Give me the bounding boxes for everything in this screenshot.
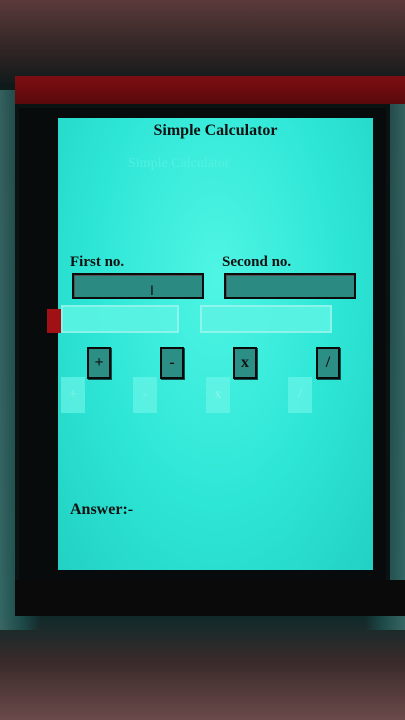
second-number-input[interactable] (224, 273, 356, 299)
answer-label: Answer:- (70, 501, 134, 518)
ghost-input-second (200, 305, 332, 333)
ghost-red-marker (47, 309, 61, 333)
text-cursor-icon: I (150, 282, 154, 298)
subtract-button[interactable]: - (160, 347, 184, 379)
ghost-add-button: + (61, 377, 85, 413)
first-number-input[interactable] (72, 273, 204, 299)
window-title-bar (15, 76, 405, 104)
ghost-divide-button: / (288, 377, 312, 413)
first-number-label: First no. (70, 254, 125, 270)
ghost-title-echo: Simple Calculator (128, 156, 230, 171)
divide-button[interactable]: / (316, 347, 340, 379)
window-frame-bottom (15, 580, 405, 616)
second-number-label: Second no. (222, 254, 292, 270)
ghost-input-first (61, 305, 179, 333)
calculator-screen: Simple Calculator Simple Calculator Firs… (58, 118, 373, 570)
add-button[interactable]: + (87, 347, 111, 379)
multiply-button[interactable]: x (233, 347, 257, 379)
page-title: Simple Calculator (153, 122, 278, 139)
ghost-subtract-button: - (133, 377, 157, 413)
ghost-multiply-button: x (206, 377, 230, 413)
